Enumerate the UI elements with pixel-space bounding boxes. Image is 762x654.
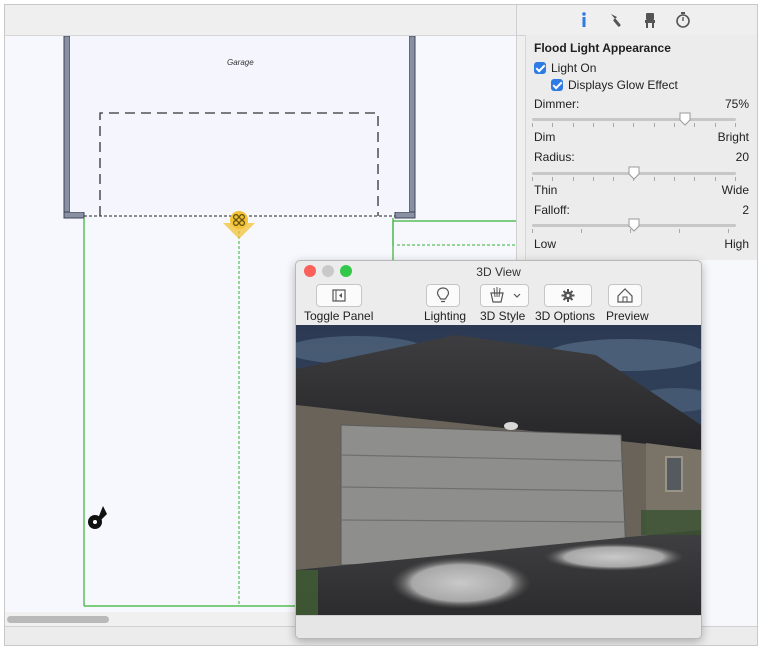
glow-effect-label: Displays Glow Effect bbox=[568, 78, 678, 92]
window-status-bar bbox=[296, 615, 701, 638]
3d-style-label: 3D Style bbox=[480, 309, 526, 323]
falloff-value: 2 bbox=[742, 203, 749, 217]
falloff-slider-knob[interactable] bbox=[628, 218, 640, 232]
grass bbox=[296, 570, 318, 615]
top-toolbar-strip bbox=[5, 5, 516, 36]
scrollbar-thumb[interactable] bbox=[7, 616, 109, 623]
side-window bbox=[665, 456, 683, 492]
panel-tabs bbox=[517, 5, 757, 36]
grass bbox=[641, 510, 701, 535]
light-pool bbox=[544, 543, 684, 571]
radius-max-label: Wide bbox=[721, 183, 749, 197]
light-on-checkbox[interactable]: Light On bbox=[534, 61, 596, 75]
preview-button[interactable] bbox=[608, 284, 642, 307]
dimmer-max-label: Bright bbox=[717, 130, 749, 144]
dimmer-label: Dimmer: bbox=[534, 97, 580, 111]
inspector-panel: Flood Light Appearance Light On Displays… bbox=[516, 5, 757, 260]
falloff-slider[interactable] bbox=[532, 217, 736, 233]
lighting-button[interactable] bbox=[426, 284, 460, 307]
camera-symbol[interactable] bbox=[88, 506, 107, 529]
3d-options-label: 3D Options bbox=[535, 309, 596, 323]
flood-light-fixture bbox=[504, 422, 518, 430]
3d-style-button[interactable] bbox=[480, 284, 529, 307]
stopwatch-icon[interactable] bbox=[674, 11, 692, 29]
paint-brush-icon[interactable] bbox=[608, 11, 626, 29]
3d-view-window[interactable]: 3D View Toggle Panel Lighting 3D Style 3… bbox=[295, 260, 702, 639]
falloff-max-label: High bbox=[724, 237, 749, 251]
paint-cup-icon bbox=[490, 287, 521, 303]
window-title: 3D View bbox=[476, 265, 521, 279]
toggle-panel-icon bbox=[332, 289, 346, 302]
radius-slider[interactable] bbox=[532, 165, 736, 181]
checkbox-checked-icon[interactable] bbox=[534, 62, 546, 74]
radius-value: 20 bbox=[735, 150, 749, 164]
section-title: Flood Light Appearance bbox=[534, 41, 671, 55]
lightbulb-icon bbox=[436, 287, 450, 303]
light-pool bbox=[391, 557, 531, 609]
checkbox-checked-icon[interactable] bbox=[551, 79, 563, 91]
radius-label: Radius: bbox=[534, 150, 575, 164]
toggle-panel-button[interactable] bbox=[316, 284, 362, 307]
falloff-label: Falloff: bbox=[534, 203, 570, 217]
gear-icon bbox=[561, 289, 575, 302]
glow-effect-checkbox[interactable]: Displays Glow Effect bbox=[551, 78, 678, 92]
house-icon bbox=[617, 288, 633, 303]
dimmer-slider[interactable] bbox=[532, 111, 736, 127]
flood-light-symbol[interactable] bbox=[223, 211, 255, 239]
lighting-label: Lighting bbox=[424, 309, 467, 323]
floor-plan-window: Garage Flood Light Appearance Light On D… bbox=[4, 4, 758, 646]
preview-label: Preview bbox=[606, 309, 649, 323]
light-on-label: Light On bbox=[551, 61, 597, 75]
3d-render-view[interactable] bbox=[296, 325, 701, 615]
dimmer-slider-knob[interactable] bbox=[679, 112, 691, 126]
dimmer-value: 75% bbox=[724, 97, 749, 111]
radius-slider-knob[interactable] bbox=[628, 166, 640, 180]
room-label: Garage bbox=[227, 58, 254, 67]
toggle-panel-label: Toggle Panel bbox=[304, 309, 374, 323]
flood-light-appearance-section: Flood Light Appearance Light On Displays… bbox=[525, 35, 757, 260]
falloff-min-label: Low bbox=[534, 237, 557, 251]
dimmer-min-label: Dim bbox=[534, 130, 556, 144]
info-icon[interactable] bbox=[575, 11, 593, 29]
3d-options-button[interactable] bbox=[544, 284, 592, 307]
radius-min-label: Thin bbox=[534, 183, 558, 197]
chair-icon[interactable] bbox=[641, 11, 659, 29]
